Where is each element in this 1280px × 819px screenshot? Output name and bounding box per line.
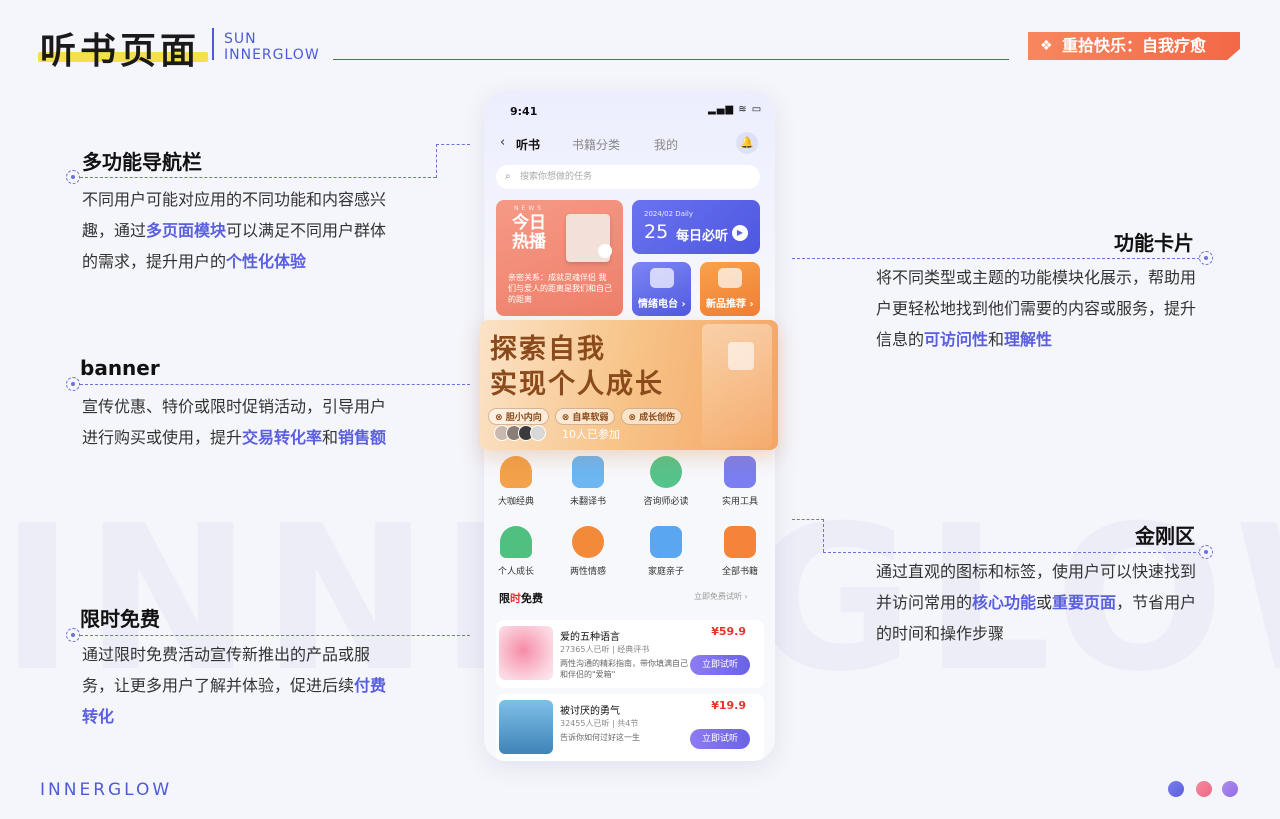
grid-icon <box>724 526 756 558</box>
counselor-icon <box>650 456 682 488</box>
page-dot <box>1168 781 1184 797</box>
theme-tag-label: 重拾快乐：自我疗愈 <box>1062 36 1207 55</box>
kk-item[interactable]: 大咖经典 <box>484 456 548 507</box>
book-thumbnail <box>499 626 553 680</box>
title-divider <box>212 28 214 60</box>
brand-line-1: SUN <box>224 31 257 47</box>
trophy-icon <box>500 456 532 488</box>
banner-tag: ⊗ 自卑软弱 <box>554 408 616 425</box>
page-dot <box>1222 781 1238 797</box>
banner-join-count: 10人已参加 <box>562 428 620 441</box>
new-card-label: 新品推荐 › <box>706 299 754 310</box>
connector-line <box>792 258 1200 259</box>
tab-categories[interactable]: 书籍分类 <box>572 136 620 153</box>
kk-item[interactable]: 个人成长 <box>484 526 548 577</box>
annotation-title-nav: 多功能导航栏 <box>82 150 202 174</box>
book-cover-icon <box>566 214 612 262</box>
connector-line <box>436 144 437 178</box>
annotation-text-kingkong: 通过直观的图标和标签，使用户可以快速找到并访问常用的核心功能或重要页面，节省用户… <box>876 562 1197 643</box>
banner-tag: ⊗ 成长创伤 <box>621 408 683 425</box>
gender-icon <box>572 526 604 558</box>
status-time: 9:41 <box>510 105 538 118</box>
promo-banner[interactable]: 探索自我 实现个人成长 ⊗ 胆小内向 ⊗ 自卑软弱 ⊗ 成长创伤 10人已参加 <box>480 320 778 450</box>
book-thumbnail <box>499 700 553 754</box>
connector-line <box>80 177 436 178</box>
back-chevron-icon[interactable]: ‹ <box>500 135 505 150</box>
radio-card-label: 情绪电台 › <box>638 299 686 310</box>
connector-line <box>436 144 470 145</box>
search-input[interactable]: ⌕ 搜索你想做的任务 <box>496 165 760 189</box>
heart-icon <box>650 526 682 558</box>
try-listen-button[interactable]: 立即试听 <box>690 655 750 675</box>
news-card-desc: 亲密关系：成就灵魂伴侣 我们与爱人的距离是我们和自己的距离 <box>508 273 612 304</box>
kk-item[interactable]: 未翻译书 <box>556 456 620 507</box>
banner-tags: ⊗ 胆小内向 ⊗ 自卑软弱 ⊗ 成长创伤 <box>488 408 683 425</box>
status-icons: ▂▄▆ ≋ ▭ <box>708 104 763 115</box>
kk-item[interactable]: 实用工具 <box>708 456 772 507</box>
bell-icon[interactable]: 🔔 <box>736 132 758 154</box>
search-placeholder: 搜索你想做的任务 <box>520 172 593 182</box>
banner-avatars <box>494 425 546 441</box>
brand-line-2: INNERGLOW <box>224 47 320 63</box>
kk-item[interactable]: 全部书籍 <box>708 526 772 577</box>
shopping-bag-icon <box>718 268 742 288</box>
daily-card[interactable]: 2024/02 Daily 25 每日必听 ▶ <box>632 200 760 254</box>
free-item[interactable]: 被讨厌的勇气 32455人已听 | 共4节 告诉你如何过好这一生 ¥19.9 立… <box>496 694 764 761</box>
free-section-title: 限时免费 <box>499 592 543 605</box>
radio-icon <box>650 268 674 288</box>
connector-line <box>792 519 824 520</box>
daily-card-label: 每日必听 <box>676 229 729 244</box>
header-rule <box>333 59 1009 60</box>
news-card[interactable]: NEWS 今日热播 亲密关系：成就灵魂伴侣 我们与爱人的距离是我们和自己的距离 <box>496 200 623 316</box>
banner-tag: ⊗ 胆小内向 <box>488 408 549 425</box>
page-dot <box>1196 781 1212 797</box>
play-icon[interactable]: ▶ <box>732 225 748 241</box>
annotation-text-cards: 将不同类型或主题的功能模块化展示，帮助用户更轻松地找到他们需要的内容或服务，提升… <box>876 268 1197 349</box>
daily-card-date: 2024/02 Daily <box>644 210 694 218</box>
notebook-icon <box>724 456 756 488</box>
free-more-link[interactable]: 立即免费试听 › <box>694 591 748 602</box>
free-item[interactable]: 爱的五种语言 27365人已听 | 经典评书 两性沟通的精彩指南，带你填满自己和… <box>496 620 764 688</box>
annotation-text-nav: 不同用户可能对应用的不同功能和内容感兴趣，通过多页面模块可以满足不同用户群体的需… <box>82 190 387 271</box>
new-card[interactable]: 新品推荐 › <box>700 262 760 316</box>
connector-node <box>66 628 80 642</box>
connector-line <box>80 635 470 636</box>
kk-item[interactable]: 家庭亲子 <box>634 526 698 577</box>
brand-subtitle: SUN INNERGLOW <box>224 31 320 63</box>
kk-item[interactable]: 咨询师必读 <box>634 456 698 507</box>
price: ¥19.9 <box>711 699 746 712</box>
book-star-icon <box>572 456 604 488</box>
news-card-title: 今日热播 <box>512 213 546 252</box>
lock-icon <box>728 342 754 370</box>
connector-line <box>823 552 1201 553</box>
radio-card[interactable]: 情绪电台 › <box>632 262 691 316</box>
connector-node <box>66 377 80 391</box>
diamond-icon: ❖ <box>1040 38 1053 54</box>
growth-icon <box>500 526 532 558</box>
avatar <box>530 425 546 441</box>
search-icon: ⌕ <box>505 171 511 182</box>
connector-node <box>66 170 80 184</box>
tab-mine[interactable]: 我的 <box>654 136 678 153</box>
theme-tag: ❖ 重拾快乐：自我疗愈 <box>1028 32 1240 60</box>
footer-brand: INNERGLOW <box>40 780 173 800</box>
annotation-title-free: 限时免费 <box>80 607 160 631</box>
annotation-title-cards: 功能卡片 <box>1114 231 1194 255</box>
connector-line <box>823 519 824 552</box>
annotation-text-banner: 宣传优惠、特价或限时促销活动，引导用户进行购买或使用，提升交易转化率和销售额 <box>82 397 387 447</box>
connector-line <box>80 384 470 385</box>
price: ¥59.9 <box>711 625 746 638</box>
annotation-title-banner: banner <box>80 356 160 380</box>
daily-card-day: 25 <box>644 221 669 243</box>
kk-item[interactable]: 两性情感 <box>556 526 620 577</box>
banner-title: 探索自我 实现个人成长 <box>490 334 664 400</box>
try-listen-button[interactable]: 立即试听 <box>690 729 750 749</box>
page-title: 听书页面 <box>40 31 201 72</box>
news-card-sub: NEWS <box>514 205 545 212</box>
annotation-text-free: 通过限时免费活动宣传新推出的产品或服务，让更多用户了解并体验，促进后续付费转化 <box>82 645 387 726</box>
annotation-title-kingkong: 金刚区 <box>1135 524 1195 548</box>
tab-listen[interactable]: 听书 <box>516 136 540 153</box>
